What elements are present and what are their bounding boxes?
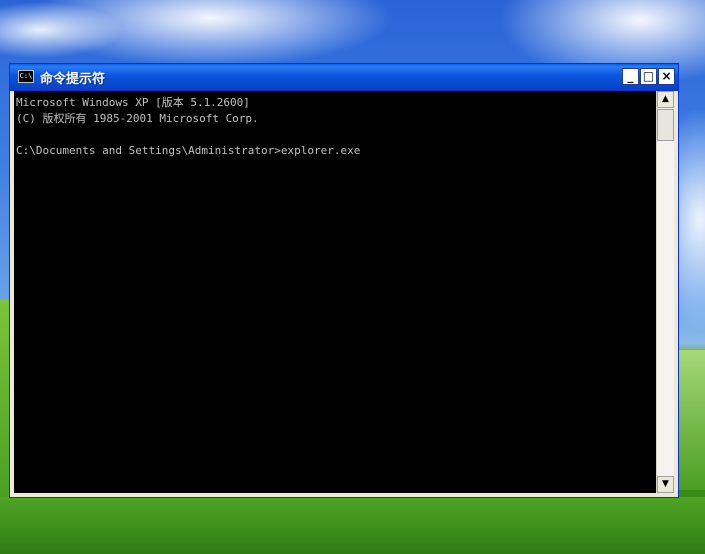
window-titlebar[interactable]: C:\ 命令提示符 _ □ × xyxy=(10,64,678,91)
close-button[interactable]: × xyxy=(658,68,675,85)
console-command-line[interactable]: C:\Documents and Settings\Administrator>… xyxy=(16,143,654,159)
vertical-scrollbar[interactable]: ▲ ▼ xyxy=(656,91,674,493)
maximize-button[interactable]: □ xyxy=(640,68,657,85)
command-prompt-window[interactable]: C:\ 命令提示符 _ □ × Microsoft Windows XP [版本… xyxy=(10,64,678,497)
console-app-icon[interactable]: C:\ xyxy=(18,70,34,83)
scroll-down-button[interactable]: ▼ xyxy=(657,476,674,493)
wallpaper-hill-right xyxy=(678,350,705,490)
console-line: Microsoft Windows XP [版本 5.1.2600] xyxy=(16,96,250,109)
scroll-up-button[interactable]: ▲ xyxy=(657,91,674,108)
wallpaper-hill-bottom xyxy=(0,497,705,554)
minimize-button[interactable]: _ xyxy=(622,68,639,85)
console-output[interactable]: Microsoft Windows XP [版本 5.1.2600] (C) 版… xyxy=(14,91,656,493)
window-title: 命令提示符 xyxy=(40,72,106,87)
console-line: (C) 版权所有 1985-2001 Microsoft Corp. xyxy=(16,112,259,125)
scroll-thumb[interactable] xyxy=(657,109,674,141)
